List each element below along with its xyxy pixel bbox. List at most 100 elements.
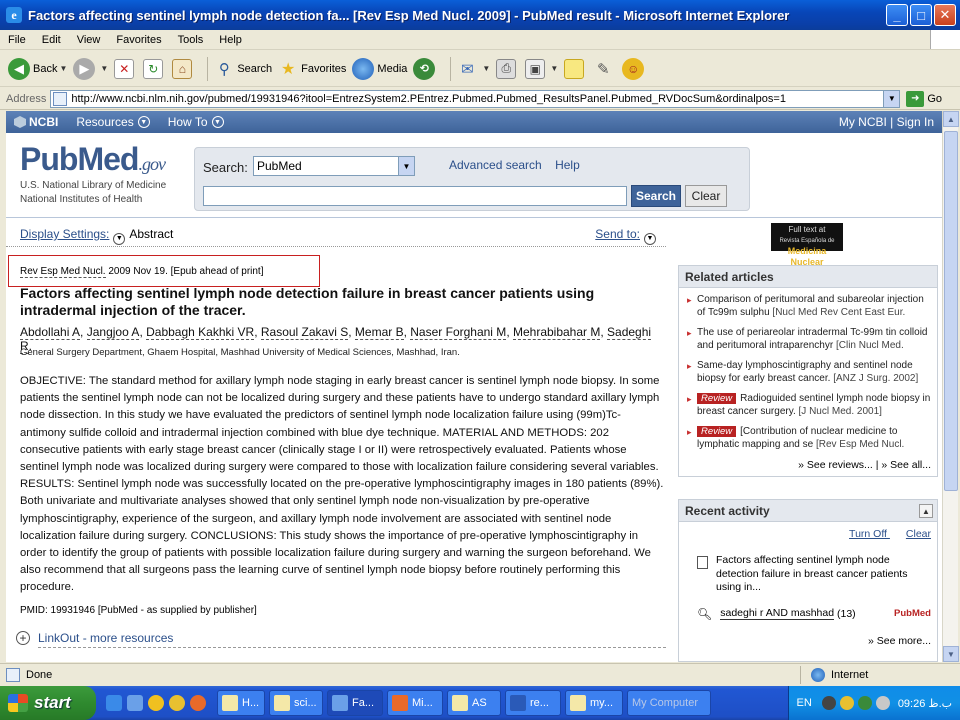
print-button[interactable]: ⎙ — [496, 58, 519, 79]
app-quicklaunch-icon[interactable] — [190, 695, 206, 711]
back-dropdown-icon[interactable]: ▼ — [59, 64, 67, 73]
help-link[interactable]: Help — [555, 158, 580, 172]
menu-favorites[interactable]: Favorites — [108, 34, 169, 46]
stop-icon: ✕ — [114, 58, 135, 79]
taskbar-item[interactable]: H... — [217, 690, 265, 716]
howto-menu[interactable]: How To ▼ — [168, 115, 224, 129]
media-player-quicklaunch-icon[interactable] — [148, 695, 164, 711]
stop-button[interactable]: ✕ — [114, 58, 137, 79]
edit-button[interactable]: ▣ ▼ — [525, 58, 558, 79]
recent-query[interactable]: 🔍︎ sadeghi r AND mashhad (13) PubMed — [697, 607, 931, 621]
chevron-down-icon[interactable]: ▼ — [113, 232, 126, 245]
taskbar-item[interactable]: AS — [447, 690, 501, 716]
desktop-quicklaunch-icon[interactable] — [127, 695, 143, 711]
edit-dropdown-icon[interactable]: ▼ — [550, 64, 558, 73]
home-button[interactable]: ⌂ — [172, 58, 195, 79]
author-link[interactable]: Mehrabibahar M — [512, 325, 601, 340]
volume-icon[interactable] — [875, 696, 890, 710]
ie-quicklaunch-icon[interactable] — [106, 695, 122, 711]
quick-launch — [106, 695, 211, 711]
pubmed-logo[interactable]: PubMed.gov U.S. National Library of Medi… — [20, 141, 166, 206]
see-reviews-links[interactable]: » See reviews... | » See all... — [679, 459, 937, 477]
clear-button[interactable]: Clear — [685, 185, 727, 207]
author-link[interactable]: Naser Forghani M — [410, 325, 507, 340]
discuss-button[interactable] — [564, 58, 587, 79]
collapse-icon[interactable]: ▲ — [919, 504, 933, 518]
media-button[interactable]: Media — [352, 57, 407, 80]
menu-view[interactable]: View — [69, 34, 109, 46]
full-text-badge[interactable]: Full text at Revista Española de Medicin… — [771, 223, 843, 267]
minimize-button[interactable]: _ — [886, 4, 908, 26]
back-button[interactable]: ◀ Back ▼ — [8, 57, 67, 80]
clear-link[interactable]: Clear — [906, 528, 931, 540]
vertical-scrollbar[interactable]: ▲ ▼ — [942, 111, 959, 662]
related-item[interactable]: Comparison of peritumoral and subareolar… — [685, 294, 931, 319]
linkout-toggle[interactable]: + LinkOut - more resources — [16, 631, 173, 645]
display-settings-link[interactable]: Display Settings: — [20, 227, 109, 241]
address-dropdown-icon[interactable]: ▼ — [883, 90, 900, 107]
fulltext-line3: Medicina Nuclear — [787, 246, 827, 267]
related-item[interactable]: The use of periareolar intradermal Tc-99… — [685, 327, 931, 352]
logo-med: Med — [77, 141, 139, 177]
forward-dropdown-icon[interactable]: ▼ — [100, 64, 108, 73]
mail-button[interactable]: ✉ ▼ — [457, 59, 490, 79]
messenger-button[interactable]: ☺ — [622, 57, 647, 80]
search-input[interactable] — [203, 186, 627, 206]
menu-file[interactable]: File — [0, 34, 34, 46]
scroll-up-icon[interactable]: ▲ — [943, 111, 959, 127]
pmid: PMID: 19931946 [PubMed - as supplied by … — [20, 605, 257, 616]
menu-help[interactable]: Help — [211, 34, 250, 46]
tray-icon[interactable] — [839, 696, 854, 710]
back-label: Back — [33, 62, 58, 75]
refresh-button[interactable]: ↻ — [143, 58, 166, 79]
journal-link[interactable]: Rev Esp Med Nucl. — [20, 266, 106, 278]
taskbar-item[interactable]: re... — [505, 690, 561, 716]
scroll-thumb[interactable] — [944, 131, 958, 491]
advanced-search-link[interactable]: Advanced search — [449, 158, 542, 172]
author-link[interactable]: Memar B — [354, 325, 404, 340]
taskbar-item[interactable]: sci... — [269, 690, 323, 716]
messenger-quicklaunch-icon[interactable] — [169, 695, 185, 711]
see-more-link[interactable]: » See more... — [685, 635, 931, 647]
close-button[interactable]: ✕ — [934, 4, 956, 26]
research-button[interactable]: ✎ — [593, 59, 616, 79]
tray-icon[interactable] — [857, 696, 872, 710]
resources-menu[interactable]: Resources ▼ — [76, 115, 150, 129]
start-button[interactable]: start — [0, 686, 96, 720]
go-button[interactable]: ➜ Go — [906, 90, 942, 107]
related-item[interactable]: ReviewRadioguided sentinel lymph node bi… — [685, 393, 931, 418]
send-to-menu[interactable]: Send to: ▼ — [595, 227, 660, 245]
maximize-button[interactable]: □ — [910, 4, 932, 26]
account-links[interactable]: My NCBI | Sign In — [839, 115, 934, 129]
related-item[interactable]: Review[Contribution of nuclear medicine … — [685, 426, 931, 451]
taskbar-item[interactable]: my... — [565, 690, 623, 716]
go-arrow-icon: ➜ — [906, 90, 925, 107]
search-submit-button[interactable]: Search — [631, 185, 681, 207]
author-link[interactable]: Jangjoo A — [86, 325, 140, 340]
window-titlebar[interactable]: e Factors affecting sentinel lymph node … — [0, 0, 960, 30]
author-link[interactable]: Dabbagh Kakhki VR — [146, 325, 255, 340]
favorites-button[interactable]: ★ Favorites — [278, 59, 346, 79]
taskbar-item[interactable]: Mi... — [387, 690, 443, 716]
database-select[interactable]: PubMed ▼ — [253, 156, 415, 176]
mail-dropdown-icon[interactable]: ▼ — [482, 64, 490, 73]
taskbar-item-active[interactable]: Fa... — [327, 690, 383, 716]
language-indicator[interactable]: EN — [797, 697, 812, 709]
forward-button[interactable]: ▶ ▼ — [73, 57, 108, 80]
menu-tools[interactable]: Tools — [170, 34, 212, 46]
recent-item[interactable]: Factors affecting sentinel lymph node de… — [697, 554, 931, 595]
search-button[interactable]: ⚲ Search — [214, 59, 272, 79]
page-icon — [6, 667, 20, 682]
turn-off-link[interactable]: Turn Off — [849, 528, 887, 540]
scroll-down-icon[interactable]: ▼ — [943, 646, 959, 662]
taskbar-item[interactable]: My Computer — [627, 690, 711, 716]
address-input[interactable]: http://www.ncbi.nlm.nih.gov/pubmed/19931… — [50, 89, 901, 108]
related-item[interactable]: Same-day lymphoscintigraphy and sentinel… — [685, 360, 931, 385]
author-link[interactable]: Abdollahi A — [20, 325, 81, 340]
tray-icon[interactable] — [821, 696, 836, 710]
history-button[interactable]: ⟲ — [413, 57, 438, 80]
menu-edit[interactable]: Edit — [34, 34, 69, 46]
clock[interactable]: 09:26 ب.ظ — [898, 697, 952, 710]
author-link[interactable]: Rasoul Zakavi S — [260, 325, 349, 340]
ncbi-logo[interactable]: NCBI — [14, 115, 58, 129]
